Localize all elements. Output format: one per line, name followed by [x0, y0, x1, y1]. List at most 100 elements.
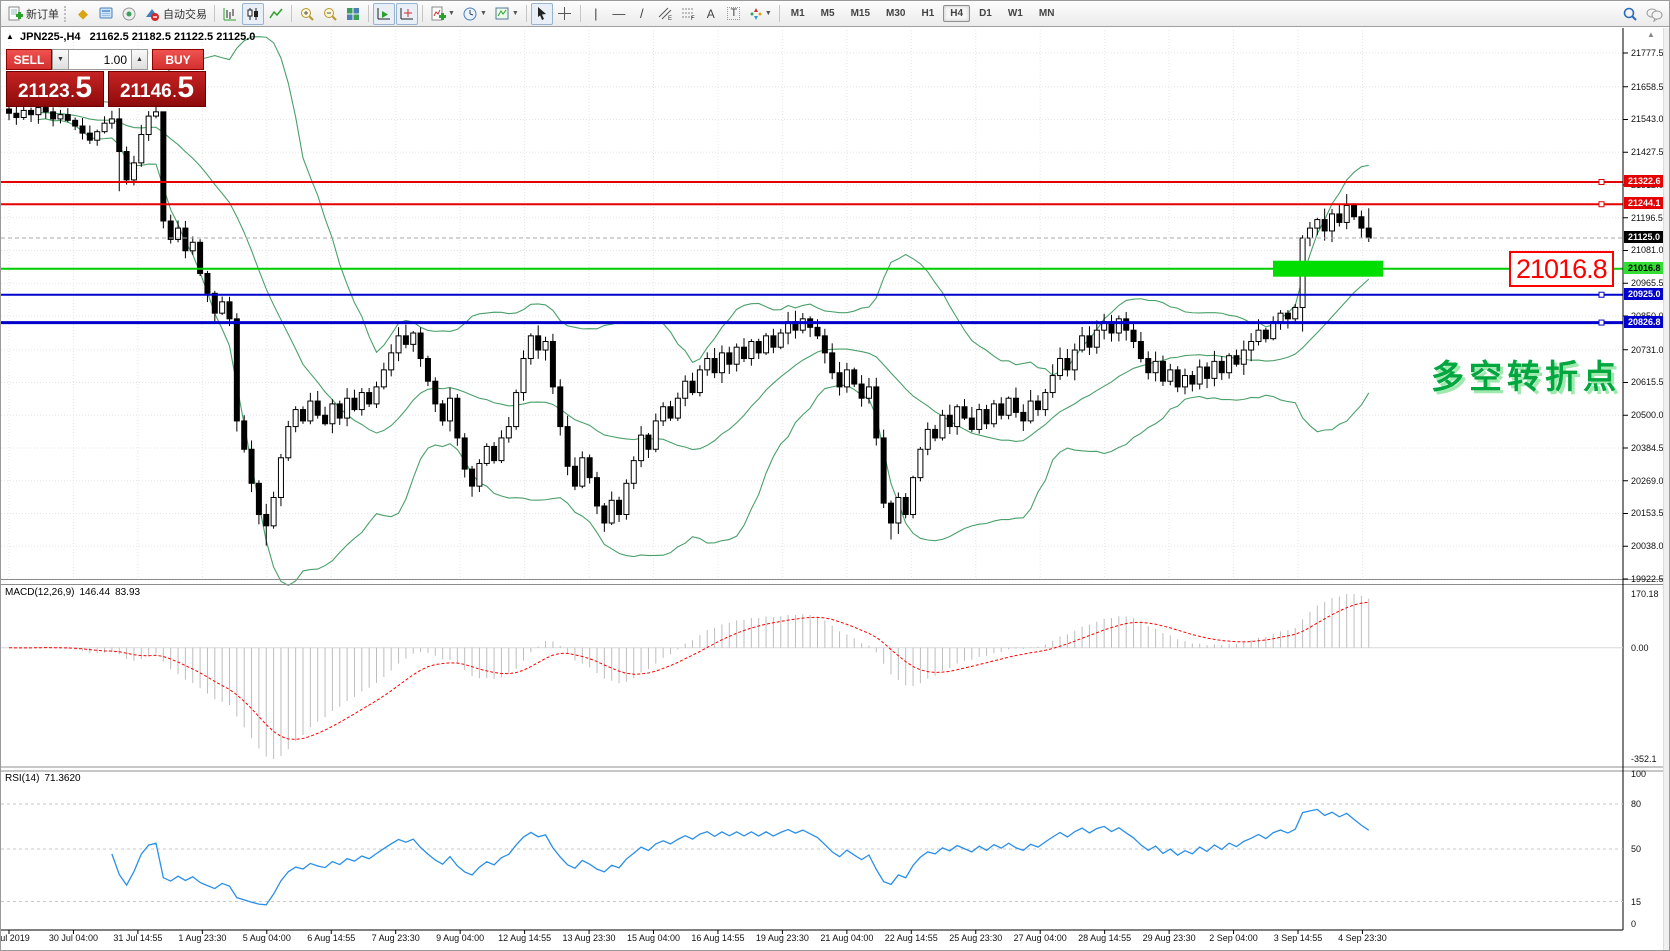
navigator-button[interactable] — [118, 3, 140, 25]
time-axis-label: 6 Aug 14:55 — [307, 933, 356, 943]
search-button[interactable] — [1619, 3, 1641, 25]
timeframe-w1-button[interactable]: W1 — [1001, 5, 1030, 22]
macd-main-value: 146.44 — [79, 587, 111, 598]
periods-button[interactable]: ▼ — [459, 3, 490, 25]
fibonacci-icon: F — [681, 8, 695, 21]
price-tick-label: 20038.0 — [1631, 541, 1664, 552]
time-axis-label: 19 Aug 23:30 — [755, 933, 809, 943]
chart-canvas[interactable] — [1, 28, 1670, 951]
bar-chart-icon — [223, 7, 236, 20]
zoom-in-button[interactable] — [296, 3, 318, 25]
time-axis-label: 3 Sep 14:55 — [1273, 933, 1323, 943]
templates-icon — [495, 7, 509, 19]
trendline-button[interactable]: / — [631, 3, 653, 25]
candlestick-chart-icon — [247, 7, 258, 20]
price-tick-label: 21427.5 — [1631, 147, 1664, 158]
time-axis-label: 8 Jul 2019 — [0, 933, 30, 943]
macd-name: MACD(12,26,9) — [5, 587, 75, 598]
timeframe-h1-button[interactable]: H1 — [914, 5, 941, 22]
ask-price-box[interactable]: 21146. 5 — [108, 71, 206, 107]
timeframe-d1-button[interactable]: D1 — [972, 5, 999, 22]
buy-button[interactable]: BUY — [152, 49, 204, 70]
trade-prices-row: 21123. 5 21146. 5 — [6, 71, 206, 107]
horizontal-line-button[interactable]: — — [608, 3, 630, 25]
chart-shift-icon — [400, 7, 413, 19]
timeframe-m5-button[interactable]: M5 — [814, 5, 842, 22]
volume-up-button[interactable]: ▲ — [131, 49, 148, 70]
rsi-axis-label: 50 — [1631, 844, 1642, 854]
new-order-button[interactable]: 新订单 — [4, 3, 62, 25]
ask-dot: . — [172, 85, 177, 100]
text-button[interactable]: A — [700, 3, 722, 25]
auto-scroll-button[interactable] — [373, 2, 395, 25]
time-axis-label: 28 Aug 14:55 — [1078, 933, 1132, 943]
arrows-button[interactable]: ▼ — [746, 3, 775, 25]
macd-axis-label: 170.18 — [1631, 589, 1659, 599]
rsi-axis-label: 0 — [1631, 919, 1637, 929]
price-tick-label: 20500.0 — [1631, 410, 1664, 421]
price-line-badge: 21244.1 — [1624, 197, 1665, 210]
toolbar-separator — [778, 5, 780, 22]
timeframe-m30-button[interactable]: M30 — [879, 5, 912, 22]
price-line-badge: 20826.8 — [1624, 315, 1665, 328]
line-chart-icon — [269, 8, 283, 18]
trade-buttons-row: SELL ▼ ▲ BUY — [6, 49, 206, 70]
rsi-value: 71.3620 — [44, 773, 81, 784]
scroll-up-icon[interactable]: ▲ — [1647, 30, 1655, 39]
auto-trading-icon — [146, 8, 159, 21]
tile-windows-button[interactable] — [342, 3, 364, 25]
candlestick-chart-button[interactable] — [242, 2, 264, 25]
svg-text:F: F — [691, 16, 695, 21]
auto-trading-button[interactable]: 自动交易 — [141, 3, 210, 25]
rsi-name: RSI(14) — [5, 773, 40, 784]
volume-down-button[interactable]: ▼ — [52, 49, 69, 70]
crosshair-icon — [558, 7, 572, 20]
toolbar-separator — [214, 5, 215, 22]
market-watch-button[interactable]: ◆ — [72, 3, 94, 25]
ask-frac: 5 — [177, 71, 195, 104]
cursor-button[interactable] — [530, 2, 553, 25]
chart-window: ▲ JPN225-,H4 21162.5 21182.5 21122.5 211… — [0, 28, 1670, 951]
time-axis-label: 31 Jul 14:55 — [113, 933, 163, 943]
crosshair-button[interactable] — [554, 3, 576, 25]
timeframe-m15-button[interactable]: M15 — [844, 5, 877, 22]
triangle-down-icon: ▼ — [57, 56, 64, 63]
vertical-line-button[interactable]: | — [585, 3, 607, 25]
bid-main: 21123 — [17, 81, 70, 102]
time-axis-label: 7 Aug 23:30 — [371, 933, 420, 943]
indicators-button[interactable]: ▼ — [427, 3, 458, 25]
time-axis-label: 15 Aug 04:00 — [626, 933, 681, 943]
timeframe-mn-button[interactable]: MN — [1032, 5, 1062, 22]
toolbar-separator — [291, 5, 292, 22]
templates-button[interactable]: ▼ — [491, 3, 522, 25]
time-axis-label: 4 Sep 23:30 — [1338, 933, 1387, 943]
sell-button[interactable]: SELL — [6, 49, 52, 70]
right-scrollbar[interactable] — [1663, 28, 1669, 950]
line-chart-button[interactable] — [265, 3, 287, 25]
text-label-button[interactable]: T — [723, 3, 745, 25]
market-watch-icon: ◆ — [78, 6, 88, 21]
trendline-icon: / — [640, 6, 644, 21]
fibonacci-button[interactable]: F — [677, 3, 699, 25]
chart-title: ▲ JPN225-,H4 21162.5 21182.5 21122.5 211… — [6, 31, 255, 43]
equidistant-channel-button[interactable]: E — [654, 3, 676, 25]
bar-chart-button[interactable] — [219, 3, 241, 25]
price-tick-label: 21777.5 — [1631, 48, 1664, 58]
price-tick-label: 20731.0 — [1631, 344, 1664, 355]
volume-input[interactable] — [69, 49, 131, 70]
time-axis-label: 21 Aug 04:00 — [820, 933, 874, 943]
chart-shift-button[interactable] — [396, 2, 418, 25]
chevron-down-icon: ▼ — [511, 10, 519, 17]
timeframe-m1-button[interactable]: M1 — [784, 5, 812, 22]
equidistant-channel-icon: E — [658, 7, 672, 21]
chat-button[interactable] — [1642, 3, 1666, 25]
data-window-button[interactable] — [95, 3, 117, 25]
zoom-out-button[interactable] — [319, 3, 341, 25]
timeframe-h4-button[interactable]: H4 — [943, 5, 971, 22]
tile-windows-icon — [347, 7, 359, 20]
bid-price-box[interactable]: 21123. 5 — [6, 71, 104, 107]
macd-axis-label: 0.00 — [1631, 642, 1649, 653]
price-callout-box[interactable]: 21016.8 — [1509, 251, 1614, 287]
toolbar: 新订单 ◆ 自动交易 ▼ ▼ ▼ | — / E F A T ▼ M1 M5 M… — [1, 1, 1669, 27]
price-line-badge: 21016.8 — [1624, 261, 1665, 274]
